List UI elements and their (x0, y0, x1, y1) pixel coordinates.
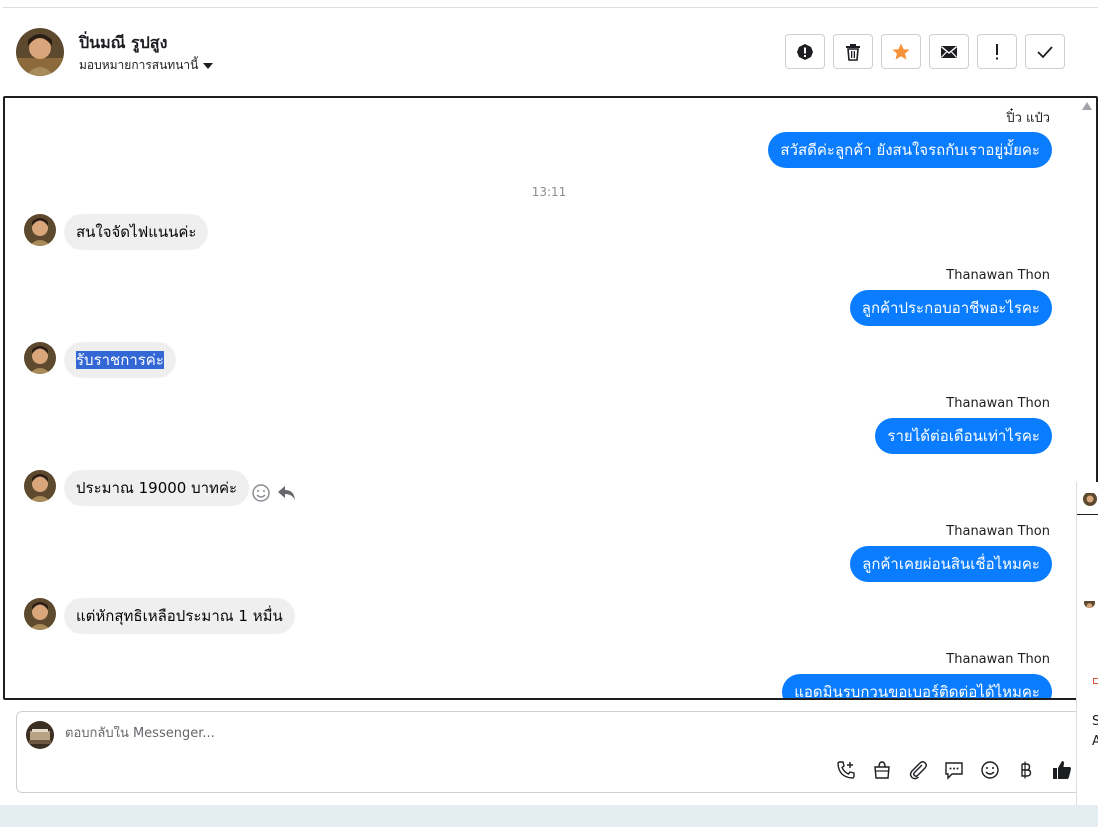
emoji-button[interactable] (979, 759, 1001, 781)
reply-composer (16, 711, 1080, 793)
page-avatar (26, 721, 54, 749)
side-notification-panel[interactable]: S A (1076, 482, 1098, 822)
trash-icon (846, 43, 860, 61)
message-timestamp: 13:11 (531, 185, 567, 199)
panel-divider (1077, 514, 1098, 515)
delete-button[interactable] (833, 34, 873, 69)
sender-label: Thanawan Thon (946, 396, 1050, 411)
panel-avatar (1083, 492, 1097, 506)
emoji-icon (981, 761, 999, 779)
panel-text-2: A (1092, 734, 1098, 749)
incoming-message[interactable]: สนใจจัดไฟแนนค่ะ (64, 214, 209, 250)
info-button[interactable] (785, 34, 825, 69)
reply-icon[interactable] (277, 484, 297, 502)
bottom-band (0, 805, 1098, 827)
attach-button[interactable] (907, 759, 929, 781)
mark-unread-button[interactable] (929, 34, 969, 69)
conversation-header: ปิ่นมณี รูปสูง มอบหมายการสนทนานี้ (0, 8, 1098, 96)
outgoing-message[interactable]: ลูกค้าเคยผ่อนสินเชื่อไหมคะ (850, 546, 1052, 582)
envelope-icon (941, 45, 957, 58)
outgoing-message[interactable]: ลูกค้าประกอบอาชีพอะไรคะ (849, 290, 1052, 326)
like-button[interactable] (1051, 759, 1073, 781)
outgoing-message[interactable]: สวัสดีค่ะลูกค้า ยังสนใจรถกับเราอยู่มั้ยค… (768, 132, 1052, 168)
sender-label: Thanawan Thon (946, 524, 1050, 539)
contact-avatar-small (24, 342, 56, 374)
contact-avatar[interactable] (16, 28, 64, 76)
spam-button[interactable] (977, 34, 1017, 69)
call-button[interactable] (835, 759, 857, 781)
thumbs-up-icon (1053, 761, 1071, 779)
assign-conversation-dropdown[interactable]: มอบหมายการสนทนานี้ (79, 56, 214, 75)
saved-replies-button[interactable] (943, 759, 965, 781)
exclamation-icon (996, 43, 998, 59)
outgoing-message[interactable]: รายได้ต่อเดือนเท่าไรคะ (875, 418, 1052, 454)
assign-label: มอบหมายการสนทนานี้ (79, 58, 199, 72)
outgoing-message[interactable]: แอดมินรบกวนขอเบอร์ติดต่อได้ไหมคะ (782, 674, 1052, 698)
react-emoji-icon[interactable] (251, 483, 271, 503)
paperclip-icon (909, 761, 927, 780)
message-thread[interactable]: ปิ๋ว แป๋ว สวัสดีค่ะลูกค้า ยังสนใจรถกับเร… (3, 96, 1098, 700)
shopping-bag-icon (874, 761, 890, 779)
reply-input[interactable] (65, 726, 765, 741)
shop-button[interactable] (871, 759, 893, 781)
conversation-actions (785, 34, 1065, 69)
info-icon (797, 43, 813, 60)
messenger-inbox: ปิ่นมณี รูปสูง มอบหมายการสนทนานี้ ปิ๋ว แ… (0, 0, 1098, 827)
selected-text: รับราชการค่ะ (76, 351, 164, 369)
panel-text-1: S (1092, 714, 1098, 729)
saved-reply-icon (945, 762, 963, 780)
contact-avatar-small (24, 470, 56, 502)
incoming-message[interactable]: ประมาณ 19000 บาทค่ะ (64, 470, 250, 506)
panel-avatar-small (1084, 597, 1095, 608)
panel-icon (1093, 678, 1098, 684)
incoming-message[interactable]: รับราชการค่ะ (64, 342, 176, 378)
sender-label: Thanawan Thon (946, 652, 1050, 667)
contact-avatar-small (24, 214, 56, 246)
message-hover-actions (251, 483, 297, 503)
star-icon (892, 43, 910, 60)
contact-name: ปิ่นมณี รูปสูง (79, 33, 168, 52)
chevron-down-icon (203, 62, 214, 69)
mark-done-button[interactable] (1025, 34, 1065, 69)
sender-label: Thanawan Thon (946, 268, 1050, 283)
scroll-up-arrow[interactable] (1082, 102, 1092, 110)
sender-label: ปิ๋ว แป๋ว (1006, 111, 1050, 126)
composer-toolbar (835, 759, 1073, 781)
star-button[interactable] (881, 34, 921, 69)
check-icon (1037, 45, 1053, 58)
payment-button[interactable] (1015, 759, 1037, 781)
baht-icon (1021, 761, 1032, 779)
phone-plus-icon (837, 761, 855, 779)
incoming-message[interactable]: แต่หักสุทธิเหลือประมาณ 1 หมื่น (64, 598, 295, 634)
contact-avatar-small (24, 598, 56, 630)
